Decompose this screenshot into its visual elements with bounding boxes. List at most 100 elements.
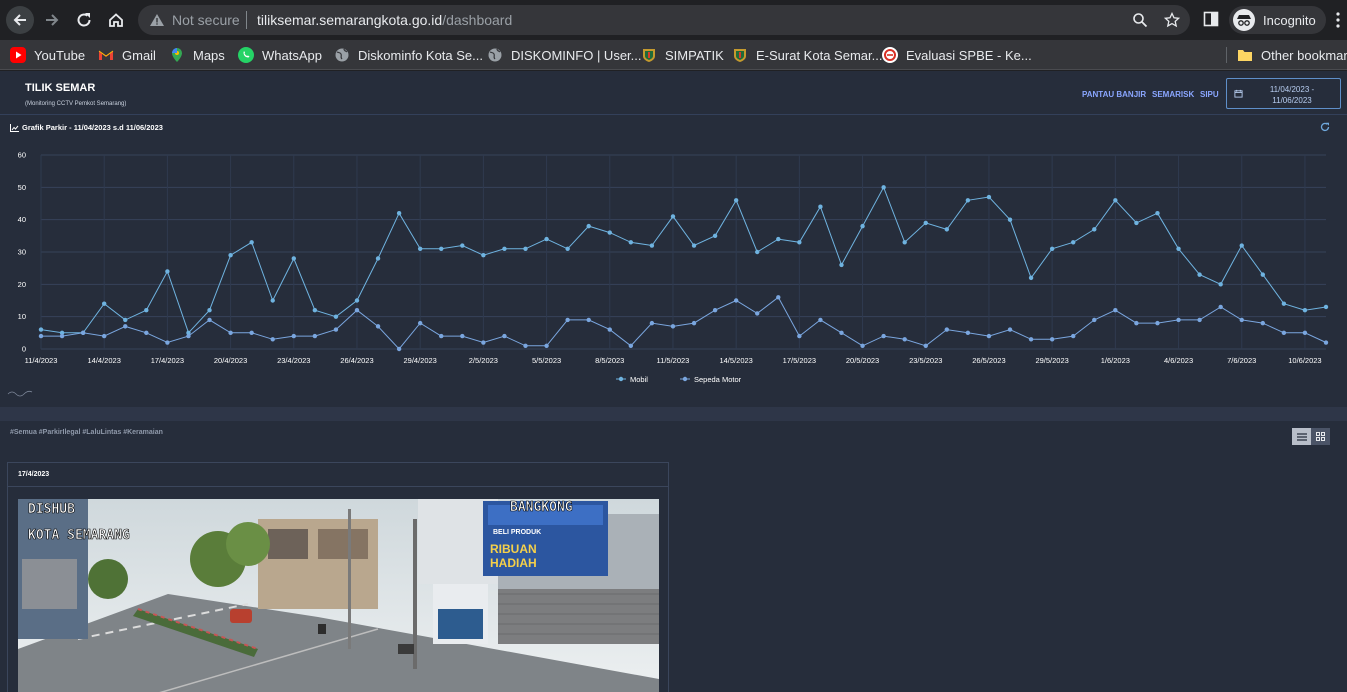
home-button[interactable] (102, 6, 130, 34)
forward-button[interactable] (38, 6, 66, 34)
y-tick-label: 40 (18, 215, 26, 224)
data-point (1260, 272, 1266, 277)
data-point (523, 246, 528, 251)
x-tick-label: 2/5/2023 (469, 356, 498, 365)
data-point (755, 311, 760, 316)
incognito-icon (1233, 9, 1255, 31)
bookmark-esurat[interactable]: E-Surat Kota Semar... (732, 44, 882, 66)
data-point (207, 308, 212, 313)
data-point (649, 320, 655, 326)
x-tick-label: 11/4/2023 (25, 356, 58, 365)
data-point (1134, 220, 1139, 226)
data-point (228, 330, 233, 336)
nav-link-semarisk[interactable]: SEMARISK (1152, 90, 1194, 99)
data-point (1323, 340, 1329, 345)
data-point (38, 327, 44, 332)
address-separator (246, 11, 247, 29)
bookmark-other[interactable]: Other bookmarks (1237, 44, 1347, 66)
cctv-card-header: 17/4/2023 (8, 463, 668, 487)
billboard-line1: BELI PRODUK (493, 529, 541, 536)
data-point (1049, 246, 1055, 251)
data-point (776, 236, 781, 242)
billboard-line3: HADIAH (490, 556, 537, 570)
bookmark-star-icon[interactable] (1164, 12, 1180, 28)
data-point (80, 330, 86, 336)
billboard-line2: RIBUAN (490, 542, 537, 556)
data-point (59, 333, 65, 339)
x-tick-label: 4/6/2023 (1164, 356, 1193, 365)
data-point (712, 308, 718, 313)
x-tick-label: 23/5/2023 (909, 356, 942, 365)
data-point (144, 330, 149, 336)
data-point (1028, 337, 1034, 342)
series-line-sepeda-motor (41, 296, 1327, 350)
data-point (733, 198, 739, 203)
address-bar[interactable]: Not secure tiliksemar.semarangkota.go.id… (138, 5, 1190, 35)
data-point (565, 317, 570, 323)
incognito-profile-button[interactable]: Incognito (1229, 6, 1326, 34)
nav-link-sipu[interactable]: SIPU (1200, 90, 1219, 99)
cctv-image[interactable]: BELI PRODUK RIBUAN HADIAH DISHUB KOTA SE… (18, 499, 659, 692)
bookmark-diskominfo-user[interactable]: DISKOMINFO | User... (487, 44, 642, 66)
data-point (1197, 317, 1202, 323)
data-point (249, 330, 254, 336)
data-point (881, 185, 886, 190)
x-tick-label: 8/5/2023 (595, 356, 624, 365)
x-tick-label: 11/5/2023 (657, 356, 690, 365)
back-button[interactable] (6, 6, 34, 34)
data-point (544, 236, 549, 242)
list-view-button[interactable] (1292, 428, 1311, 445)
data-point (207, 317, 212, 323)
chart-footer-strip (0, 407, 1347, 421)
nav-link-pantau-banjir[interactable]: PANTAU BANJIR (1082, 90, 1146, 99)
menu-dots-icon[interactable] (1336, 12, 1340, 28)
bookmark-evaluasi-spbe[interactable]: Evaluasi SPBE - Ke... (882, 44, 1032, 66)
view-toggle (1292, 428, 1330, 445)
data-point (1028, 275, 1034, 281)
date-range-picker[interactable]: 11/04/2023 - 11/06/2023 (1226, 78, 1341, 109)
y-tick-label: 20 (18, 280, 26, 289)
data-point (881, 333, 886, 339)
bookmark-diskominfo-kota[interactable]: Diskominfo Kota Se... (334, 44, 483, 66)
refresh-icon[interactable] (1320, 122, 1330, 132)
series-line-mobil (40, 186, 1327, 334)
cctv-snapshot-card[interactable]: 17/4/2023 BELI PRODUK RIBUAN HADIAH DISH… (7, 462, 669, 692)
profile-label: Incognito (1263, 12, 1316, 28)
data-point (818, 204, 823, 209)
bookmark-youtube[interactable]: YouTube (10, 44, 85, 66)
cctv-overlay-agency: DISHUB (28, 502, 75, 517)
x-tick-label: 17/4/2023 (151, 356, 184, 365)
side-panel-icon[interactable] (1203, 11, 1219, 27)
url-host: tiliksemar.semarangkota.go.id (257, 12, 443, 28)
data-point (375, 324, 381, 329)
data-point (291, 333, 296, 339)
data-point (38, 333, 44, 339)
bookmark-simpatik[interactable]: SIMPATIK (641, 44, 724, 66)
data-point (1113, 308, 1118, 313)
bookmark-whatsapp[interactable]: WhatsApp (238, 44, 322, 66)
y-tick-label: 60 (18, 151, 26, 160)
tag-filters[interactable]: #Semua #ParkirIlegal #LaluLintas #Kerama… (10, 429, 163, 436)
data-point (186, 333, 191, 339)
grid-view-button[interactable] (1311, 428, 1330, 445)
data-point (965, 330, 971, 336)
bookmark-gmail[interactable]: Gmail (98, 44, 156, 66)
reload-button[interactable] (70, 6, 98, 34)
data-point (965, 198, 971, 203)
data-point (228, 253, 233, 258)
x-tick-label: 29/5/2023 (1035, 356, 1068, 365)
bookmark-label: YouTube (34, 47, 86, 63)
legend-marker (618, 376, 624, 382)
data-point (607, 327, 612, 332)
search-icon[interactable] (1132, 12, 1148, 28)
data-point (481, 253, 486, 258)
data-point (1071, 333, 1076, 339)
data-point (1323, 304, 1329, 310)
bookmark-maps[interactable]: Maps (169, 44, 225, 66)
data-point (270, 298, 275, 303)
x-tick-label: 17/5/2023 (783, 356, 816, 365)
app-title[interactable]: TILIK SEMAR (25, 82, 95, 94)
folder-icon (1237, 47, 1253, 63)
data-point (249, 240, 254, 245)
legend-label: Mobil (630, 375, 648, 384)
